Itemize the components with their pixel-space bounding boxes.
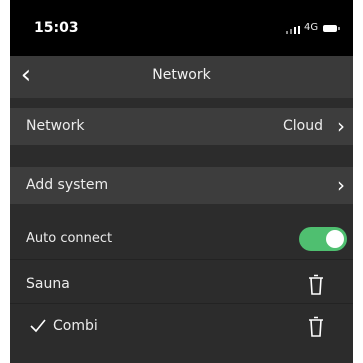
signal-bars-icon [286,26,300,34]
divider [10,259,353,260]
add-system-label: Add system [26,177,109,193]
battery-icon [323,25,340,32]
auto-connect-toggle[interactable] [299,227,347,251]
chevron-right-icon: › [337,114,345,138]
page-title: Network [152,67,211,83]
phone-screen: 15:03 4G ‹ Network Network Cloud › Add s… [10,0,353,363]
network-label: Network [26,118,85,134]
toggle-knob [326,230,344,248]
status-time: 15:03 [34,20,79,36]
status-bar: 15:03 4G [10,0,353,56]
nav-bar: ‹ Network [10,56,353,98]
system-name: Sauna [26,276,70,292]
trash-icon[interactable] [307,316,325,338]
auto-connect-row: Auto connect [10,226,353,253]
network-row[interactable]: Network Cloud › [10,108,353,145]
checkmark-icon [30,319,46,333]
network-value: Cloud [283,118,323,134]
trash-icon[interactable] [307,274,325,296]
network-type: 4G [304,22,319,33]
system-name: Combi [53,318,98,334]
system-row-sauna[interactable]: Sauna [10,268,353,300]
add-system-row[interactable]: Add system › [10,167,353,204]
divider [10,303,353,304]
auto-connect-label: Auto connect [26,231,113,246]
chevron-right-icon: › [337,173,345,197]
system-row-combi[interactable]: Combi [10,310,353,342]
